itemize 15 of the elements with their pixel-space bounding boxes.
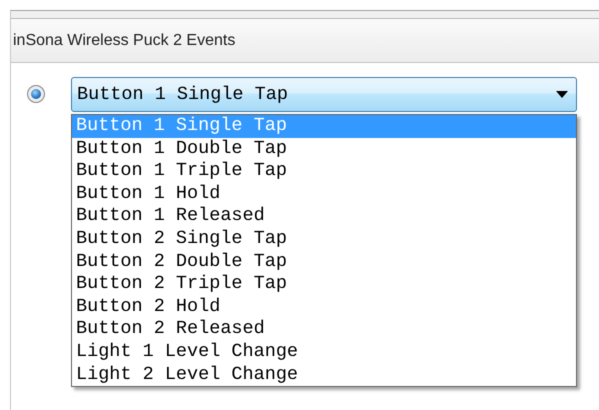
event-dropdown[interactable]: Button 1 Single Tap [71,77,577,112]
dropdown-option[interactable]: Light 1 Level Change [72,340,576,364]
dropdown-option[interactable]: Button 1 Triple Tap [72,160,576,183]
dropdown-option[interactable]: Button 2 Hold [72,296,576,318]
dropdown-option[interactable]: Button 2 Released [72,318,576,341]
dropdown-option[interactable]: Button 2 Triple Tap [72,273,576,296]
dropdown-option[interactable]: Button 1 Double Tap [72,138,576,160]
radio-button[interactable] [27,85,45,103]
dropdown-option[interactable]: Button 1 Hold [72,182,576,206]
dropdown-option[interactable]: Button 2 Single Tap [72,228,576,251]
dropdown-option[interactable]: Button 2 Double Tap [72,250,576,274]
caret-icon [556,91,568,98]
dropdown-option[interactable]: Button 1 Released [72,205,576,228]
section-title: inSona Wireless Puck 2 Events [13,32,236,50]
dropdown-option[interactable]: Light 2 Level Change [72,364,576,386]
